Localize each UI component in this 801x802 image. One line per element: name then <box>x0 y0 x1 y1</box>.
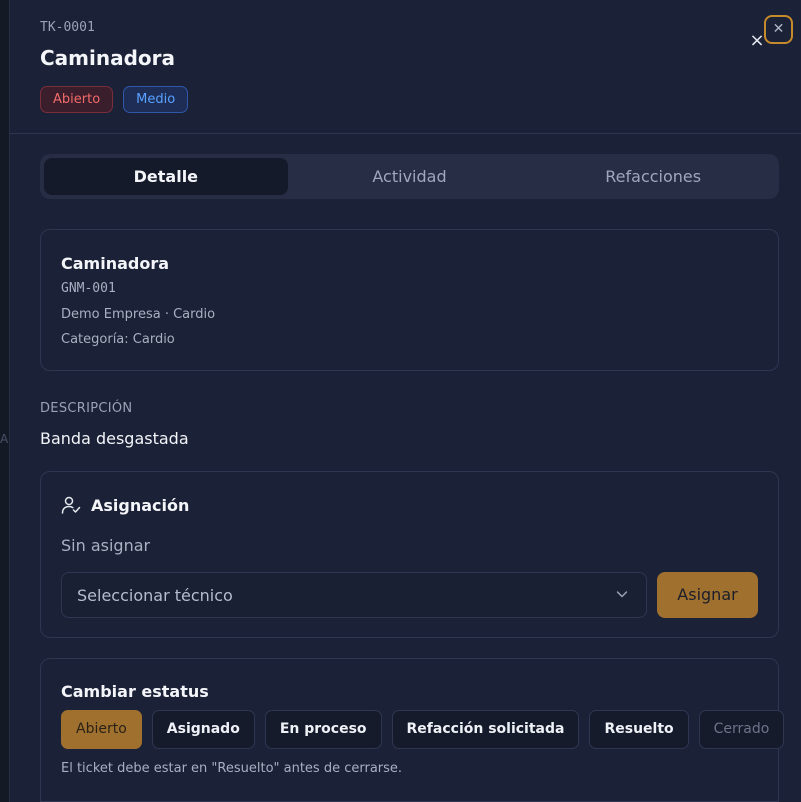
status-card: Cambiar estatus Abierto Asignado En proc… <box>40 658 785 802</box>
tab-detalle[interactable]: Detalle <box>44 158 288 195</box>
ticket-id: TK-0001 <box>40 20 95 35</box>
close-button[interactable]: ✕ <box>764 15 793 44</box>
assignment-title: Asignación <box>91 495 190 515</box>
description-text: Banda desgastada <box>40 429 189 448</box>
tab-actividad[interactable]: Actividad <box>288 158 532 195</box>
backdrop-text: A <box>0 432 9 446</box>
tab-bar: Detalle Actividad Refacciones <box>40 154 779 199</box>
assignment-card: Asignación Sin asignar Seleccionar técni… <box>40 471 779 638</box>
equipment-code: GNM-001 <box>61 281 116 296</box>
description-label: DESCRIPCIÓN <box>40 401 133 416</box>
drawer-header: TK-0001 Caminadora Abierto Medio × ✕ <box>10 0 801 134</box>
status-option-abierto[interactable]: Abierto <box>61 710 142 749</box>
page-backdrop: A <box>0 0 9 802</box>
assign-button[interactable]: Asignar <box>657 572 758 618</box>
tab-refacciones[interactable]: Refacciones <box>531 158 775 195</box>
status-badge: Abierto <box>40 86 114 113</box>
status-options: Abierto Asignado En proceso Refacción so… <box>61 710 785 749</box>
status-option-resuelto[interactable]: Resuelto <box>589 710 689 749</box>
equipment-name: Caminadora <box>61 254 170 273</box>
equipment-card: Caminadora GNM-001 Demo Empresa · Cardio… <box>40 229 779 371</box>
status-option-asignado[interactable]: Asignado <box>151 710 255 749</box>
ticket-title: Caminadora <box>40 46 176 70</box>
status-option-refaccion-solicitada[interactable]: Refacción solicitada <box>391 710 580 749</box>
assignment-current: Sin asignar <box>61 536 151 555</box>
priority-badge: Medio <box>123 86 189 113</box>
status-option-en-proceso[interactable]: En proceso <box>264 710 382 749</box>
technician-select-value: Seleccionar técnico <box>77 586 233 605</box>
status-option-cerrado: Cerrado <box>698 710 785 749</box>
ticket-badges: Abierto Medio <box>40 86 189 113</box>
equipment-category: Categoría: Cardio <box>61 332 175 347</box>
equipment-location: Demo Empresa · Cardio <box>61 307 216 322</box>
status-title: Cambiar estatus <box>61 682 209 701</box>
user-check-icon <box>61 496 81 514</box>
ticket-drawer: TK-0001 Caminadora Abierto Medio × ✕ Det… <box>9 0 801 802</box>
technician-select[interactable]: Seleccionar técnico <box>61 572 647 618</box>
assignment-header: Asignación <box>61 495 189 515</box>
status-note: El ticket debe estar en "Resuelto" antes… <box>61 761 403 776</box>
chevron-down-icon <box>616 591 628 598</box>
